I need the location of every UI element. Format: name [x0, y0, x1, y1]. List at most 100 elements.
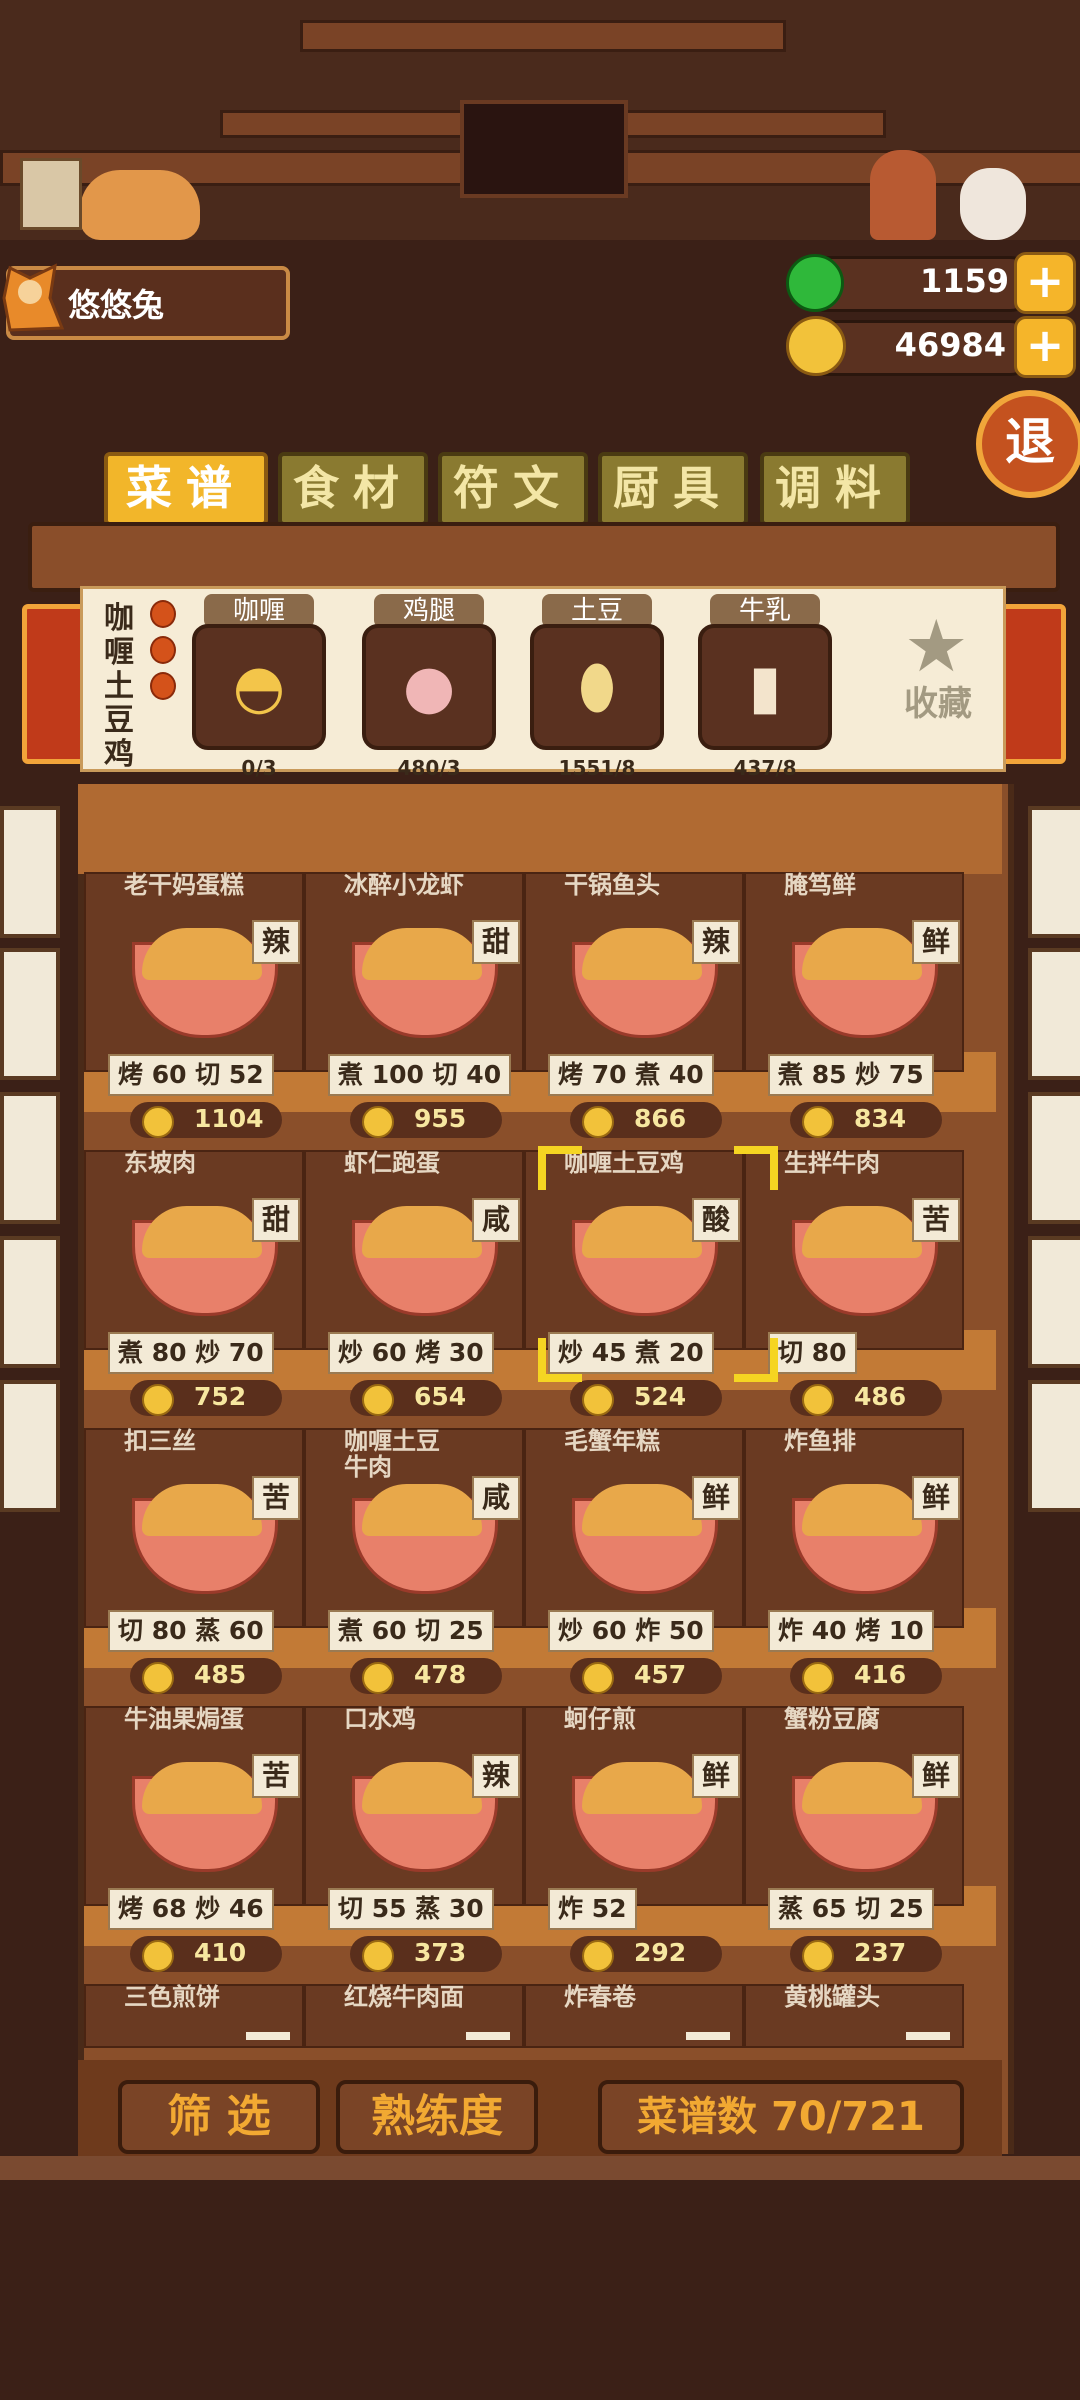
ingredient-slot[interactable]: 鸡腿 ● 480/3	[362, 594, 496, 780]
recipe-card[interactable]: 蟹粉豆腐鲜蒸 65 切 25 237	[744, 1706, 964, 1972]
dish-food-icon	[362, 928, 482, 980]
right-pillar	[998, 604, 1066, 764]
recipe-price: 478	[414, 1660, 467, 1689]
coin-icon	[362, 1940, 394, 1972]
roof-decoration	[0, 0, 1080, 240]
recipe-card[interactable]: 虾仁跑蛋咸炒 60 烤 30 654	[304, 1150, 524, 1416]
recipe-name: 炸鱼排	[784, 1428, 856, 1454]
taste-tag	[686, 2032, 730, 2040]
recipe-card[interactable]: 炸鱼排鲜炸 40 烤 10 416	[744, 1428, 964, 1694]
tab-ingredients[interactable]: 食材	[278, 452, 428, 526]
price-pill: 292	[570, 1936, 722, 1972]
coin-count: 46984	[894, 326, 1006, 364]
cooking-stats: 炒 60 炸 50	[548, 1610, 714, 1652]
left-drawer	[0, 1092, 60, 1224]
recipe-name: 冰醉小龙虾	[344, 872, 464, 898]
taste-tag: 鲜	[692, 1476, 740, 1520]
chicken-leg-icon: ●	[362, 624, 496, 750]
dish-food-icon	[582, 1484, 702, 1536]
taste-tag: 鲜	[912, 1476, 960, 1520]
right-drawer	[1028, 806, 1080, 938]
recipe-name: 腌笃鲜	[784, 872, 856, 898]
recipe-name: 虾仁跑蛋	[344, 1150, 440, 1176]
price-pill: 237	[790, 1936, 942, 1972]
dish-food-icon	[362, 1762, 482, 1814]
right-drawer	[1028, 948, 1080, 1080]
cooking-stats: 烤 68 炒 46	[108, 1888, 274, 1930]
tab-recipes[interactable]: 菜谱	[104, 452, 268, 526]
price-pill: 654	[350, 1380, 502, 1416]
coin-icon	[362, 1106, 394, 1138]
dish-food-icon	[802, 1206, 922, 1258]
left-drawer	[0, 1380, 60, 1512]
price-pill: 866	[570, 1102, 722, 1138]
tab-cookware[interactable]: 厨具	[598, 452, 748, 526]
recipe-card[interactable]: 冰醉小龙虾甜煮 100 切 40 955	[304, 872, 524, 1138]
recipe-card[interactable]: 干锅鱼头辣烤 70 煮 40 866	[524, 872, 744, 1138]
coin-icon	[802, 1940, 834, 1972]
taste-tag: 鲜	[912, 1754, 960, 1798]
recipe-price: 237	[854, 1938, 907, 1967]
price-pill: 834	[790, 1102, 942, 1138]
taste-tag: 咸	[472, 1476, 520, 1520]
favorite-label[interactable]: 收藏	[904, 676, 972, 725]
taste-tag: 鲜	[912, 920, 960, 964]
cooking-stats: 炸 40 烤 10	[768, 1610, 934, 1652]
exit-button[interactable]: 退	[976, 390, 1080, 498]
filter-button[interactable]: 筛 选	[118, 2080, 320, 2154]
ingredient-slot[interactable]: 牛乳 ▮ 437/8	[698, 594, 832, 780]
ingredient-slot[interactable]: 土豆 ⬮ 1551/8	[530, 594, 664, 780]
selection-bracket	[734, 1338, 778, 1382]
recipe-name: 三色煎饼	[124, 1984, 220, 2010]
price-pill: 410	[130, 1936, 282, 1972]
recipe-card[interactable]: 毛蟹年糕鲜炒 60 炸 50 457	[524, 1428, 744, 1694]
cooking-stats: 切 80	[768, 1332, 857, 1374]
taste-tag: 鲜	[692, 1754, 740, 1798]
ingredient-count: 480/3	[397, 756, 461, 780]
recipe-card[interactable]: 东坡肉甜煮 80 炒 70 752	[84, 1150, 304, 1416]
dish-food-icon	[362, 1206, 482, 1258]
taste-tag: 甜	[252, 1198, 300, 1242]
recipe-price: 486	[854, 1382, 907, 1411]
recipe-card[interactable]: 牛油果焗蛋苦烤 68 炒 46 410	[84, 1706, 304, 1972]
recipe-card[interactable]: 老干妈蛋糕辣烤 60 切 52 1104	[84, 872, 304, 1138]
recipe-card[interactable]: 咖喱土豆牛肉咸煮 60 切 25 478	[304, 1428, 524, 1694]
coin-icon	[142, 1384, 174, 1416]
player-avatar-icon[interactable]	[0, 258, 70, 336]
floor-strip	[0, 2156, 1080, 2180]
recipe-price: 373	[414, 1938, 467, 1967]
cooking-stats: 切 80 蒸 60	[108, 1610, 274, 1652]
tab-runes[interactable]: 符文	[438, 452, 588, 526]
recipe-card[interactable]: 腌笃鲜鲜煮 85 炒 75 834	[744, 872, 964, 1138]
cooking-stats: 煮 100 切 40	[328, 1054, 512, 1096]
tab-seasonings[interactable]: 调料	[760, 452, 910, 526]
cooking-stats: 烤 70 煮 40	[548, 1054, 714, 1096]
price-pill: 486	[790, 1380, 942, 1416]
recipe-name: 东坡肉	[124, 1150, 196, 1176]
dish-food-icon	[582, 1762, 702, 1814]
coin-icon	[362, 1384, 394, 1416]
add-gems-button[interactable]: +	[1014, 252, 1076, 314]
ingredient-slot[interactable]: 咖喱 ◓ 0/3	[192, 594, 326, 780]
cooking-stats: 炒 60 烤 30	[328, 1332, 494, 1374]
coin-icon	[582, 1106, 614, 1138]
recipe-card[interactable]: 扣三丝苦切 80 蒸 60 485	[84, 1428, 304, 1694]
chef-character-icon	[870, 150, 936, 240]
proficiency-button[interactable]: 熟练度	[336, 2080, 538, 2154]
coin-icon	[802, 1106, 834, 1138]
recipe-card[interactable]: 口水鸡辣切 55 蒸 30 373	[304, 1706, 524, 1972]
add-coins-button[interactable]: +	[1014, 316, 1076, 378]
dish-food-icon	[142, 928, 262, 980]
recipe-name: 红烧牛肉面	[344, 1984, 464, 2010]
recipe-card[interactable]: 蚵仔煎鲜炸 52 292	[524, 1706, 744, 1972]
taste-tag	[246, 2032, 290, 2040]
recipe-price: 410	[194, 1938, 247, 1967]
recipe-name: 干锅鱼头	[564, 872, 660, 898]
recipe-price: 752	[194, 1382, 247, 1411]
selected-recipe-name: 咖喱土豆鸡	[104, 601, 134, 772]
recipe-name: 老干妈蛋糕	[124, 872, 244, 898]
coin-icon	[582, 1384, 614, 1416]
cabinet-top	[78, 784, 1002, 874]
dish-food-icon	[142, 1484, 262, 1536]
recipe-price: 416	[854, 1660, 907, 1689]
